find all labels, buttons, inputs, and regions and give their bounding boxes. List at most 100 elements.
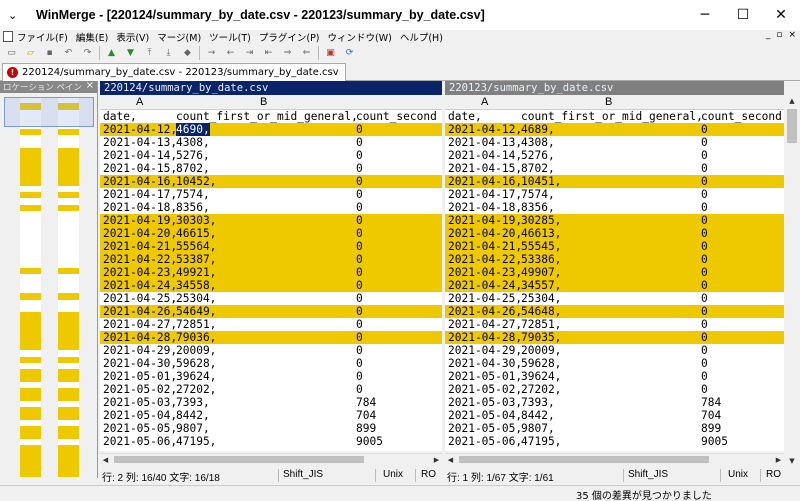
- copy-left-advance-icon[interactable]: ⇤: [261, 46, 276, 60]
- diff-row[interactable]: 2021-04-23, 49907, 0: [445, 266, 784, 279]
- mdi-restore-button[interactable]: ▫: [776, 30, 782, 40]
- diff-row[interactable]: 2021-04-27, 72851, 0: [100, 318, 442, 331]
- diff-row[interactable]: 2021-04-19, 30285, 0: [445, 214, 784, 227]
- diff-row[interactable]: 2021-04-14, 5276, 0: [100, 149, 442, 162]
- copy-right-icon[interactable]: →: [204, 46, 219, 60]
- location-bar-right[interactable]: [58, 97, 79, 478]
- diff-row[interactable]: 2021-05-06, 47195, 9005: [100, 435, 442, 448]
- diff-row[interactable]: 2021-05-03, 7393, 784: [100, 396, 442, 409]
- diff-row[interactable]: 2021-04-13, 4308, 0: [100, 136, 442, 149]
- diff-row[interactable]: 2021-04-18, 8356, 0: [445, 201, 784, 214]
- last-diff-icon[interactable]: ⤓: [161, 46, 176, 60]
- menu-view[interactable]: 表示(V): [116, 30, 149, 44]
- left-text-rows[interactable]: date, count_first_or_mid_general, count_se…: [100, 110, 442, 451]
- location-viewport-indicator[interactable]: [4, 97, 94, 127]
- menu-merge[interactable]: マージ(M): [157, 30, 201, 44]
- diff-row[interactable]: 2021-04-25, 25304, 0: [100, 292, 442, 305]
- save-icon[interactable]: ▪: [42, 46, 57, 60]
- diff-row[interactable]: 2021-04-19, 30303, 0: [100, 214, 442, 227]
- document-icon[interactable]: [3, 31, 13, 42]
- copy-all-left-icon[interactable]: ⇐: [299, 46, 314, 60]
- diff-row[interactable]: 2021-04-30, 59628, 0: [445, 357, 784, 370]
- diff-row[interactable]: 2021-04-26, 54649, 0: [100, 305, 442, 318]
- copy-left-icon[interactable]: ←: [223, 46, 238, 60]
- diff-row[interactable]: 2021-04-29, 20009, 0: [100, 344, 442, 357]
- menu-file[interactable]: ファイル(F): [17, 30, 68, 44]
- scroll-left-arrow-icon[interactable]: ◀: [445, 454, 456, 465]
- current-diff-icon[interactable]: ◆: [180, 46, 195, 60]
- menu-plugins[interactable]: プラグイン(P): [259, 30, 320, 44]
- location-map[interactable]: [0, 97, 98, 478]
- diff-row[interactable]: 2021-04-21, 55545, 0: [445, 240, 784, 253]
- right-diff-pane[interactable]: 220123/summary_by_date.csv A B date, coun…: [445, 81, 784, 464]
- diff-row[interactable]: 2021-04-15, 8702, 0: [445, 162, 784, 175]
- open-icon[interactable]: ▱: [23, 46, 38, 60]
- right-text-rows[interactable]: date, count_first_or_mid_general, count_se…: [445, 110, 784, 451]
- diff-row[interactable]: 2021-05-04, 8442, 704: [445, 409, 784, 422]
- diff-row[interactable]: 2021-04-18, 8356, 0: [100, 201, 442, 214]
- diff-row[interactable]: 2021-04-17, 7574, 0: [100, 188, 442, 201]
- diff-row[interactable]: 2021-04-20, 46615, 0: [100, 227, 442, 240]
- minimize-button[interactable]: ─: [686, 0, 724, 30]
- scroll-right-arrow-icon[interactable]: ▶: [431, 454, 442, 465]
- location-bar-left[interactable]: [20, 97, 41, 478]
- left-column-b-header[interactable]: B: [260, 96, 267, 108]
- diff-row[interactable]: 2021-04-28, 79036, 0: [100, 331, 442, 344]
- left-column-a-header[interactable]: A: [136, 96, 143, 108]
- diff-row[interactable]: 2021-04-13, 4308, 0: [445, 136, 784, 149]
- diff-row[interactable]: 2021-04-24, 34558, 0: [100, 279, 442, 292]
- diff-row[interactable]: 2021-04-12, 4689, 0: [445, 123, 784, 136]
- location-pane-close-button[interactable]: ×: [86, 80, 94, 91]
- diff-row[interactable]: 2021-04-15, 8702, 0: [100, 162, 442, 175]
- diff-row[interactable]: 2021-04-26, 54648, 0: [445, 305, 784, 318]
- mdi-minimize-button[interactable]: _: [766, 30, 771, 40]
- diff-row[interactable]: 2021-05-05, 9807, 899: [445, 422, 784, 435]
- diff-row[interactable]: 2021-04-23, 49921, 0: [100, 266, 442, 279]
- diff-row[interactable]: 2021-05-02, 27202, 0: [445, 383, 784, 396]
- diff-row[interactable]: 2021-04-16, 10452, 0: [100, 175, 442, 188]
- diff-row[interactable]: 2021-04-24, 34557, 0: [445, 279, 784, 292]
- file-tab[interactable]: ! 220124/summary_by_date.csv - 220123/su…: [2, 63, 346, 81]
- diff-row[interactable]: 2021-04-20, 46613, 0: [445, 227, 784, 240]
- right-horizontal-scrollbar[interactable]: ◀ ▶: [445, 453, 784, 464]
- options-icon[interactable]: ▣: [323, 46, 338, 60]
- scroll-up-arrow-icon[interactable]: ▲: [784, 95, 800, 107]
- diff-row[interactable]: 2021-05-06, 47195, 9005: [445, 435, 784, 448]
- redo-icon[interactable]: ↷: [80, 46, 95, 60]
- diff-row[interactable]: 2021-04-25, 25304, 0: [445, 292, 784, 305]
- copy-all-right-icon[interactable]: ⇒: [280, 46, 295, 60]
- scroll-right-arrow-icon[interactable]: ▶: [773, 454, 784, 465]
- diff-row[interactable]: 2021-05-01, 39624, 0: [445, 370, 784, 383]
- copy-right-advance-icon[interactable]: ⇥: [242, 46, 257, 60]
- diff-row[interactable]: 2021-05-01, 39624, 0: [100, 370, 442, 383]
- diff-row[interactable]: 2021-05-03, 7393, 784: [445, 396, 784, 409]
- diff-row[interactable]: 2021-04-22, 53386, 0: [445, 253, 784, 266]
- close-button[interactable]: ✕: [762, 0, 800, 30]
- menu-edit[interactable]: 編集(E): [76, 30, 108, 44]
- left-scroll-thumb[interactable]: [114, 456, 364, 463]
- diff-row[interactable]: 2021-04-29, 20009, 0: [445, 344, 784, 357]
- new-icon[interactable]: ▭: [4, 46, 19, 60]
- diff-row[interactable]: 2021-04-17, 7574, 0: [445, 188, 784, 201]
- vertical-scroll-thumb[interactable]: [787, 109, 797, 143]
- diff-row[interactable]: 2021-04-16, 10451, 0: [445, 175, 784, 188]
- diff-row[interactable]: 2021-05-04, 8442, 704: [100, 409, 442, 422]
- diff-row[interactable]: 2021-04-27, 72851, 0: [445, 318, 784, 331]
- refresh-icon[interactable]: ⟳: [342, 46, 357, 60]
- diff-row[interactable]: 2021-04-12, 4690, 0: [100, 123, 442, 136]
- diff-row[interactable]: 2021-04-14, 5276, 0: [445, 149, 784, 162]
- previous-diff-icon[interactable]: ▲: [104, 46, 119, 60]
- next-diff-icon[interactable]: ▼: [123, 46, 138, 60]
- diff-row[interactable]: 2021-04-30, 59628, 0: [100, 357, 442, 370]
- diff-row[interactable]: 2021-05-02, 27202, 0: [100, 383, 442, 396]
- menu-window[interactable]: ウィンドウ(W): [328, 30, 392, 44]
- mdi-close-button[interactable]: ×: [788, 30, 796, 40]
- diff-row[interactable]: 2021-04-22, 53387, 0: [100, 253, 442, 266]
- right-column-a-header[interactable]: A: [481, 96, 488, 108]
- first-diff-icon[interactable]: ⤒: [142, 46, 157, 60]
- left-diff-pane[interactable]: 220124/summary_by_date.csv A B date, coun…: [100, 81, 442, 464]
- undo-icon[interactable]: ↶: [61, 46, 76, 60]
- menu-help[interactable]: ヘルプ(H): [400, 30, 443, 44]
- right-scroll-thumb[interactable]: [459, 456, 709, 463]
- menu-tools[interactable]: ツール(T): [209, 30, 251, 44]
